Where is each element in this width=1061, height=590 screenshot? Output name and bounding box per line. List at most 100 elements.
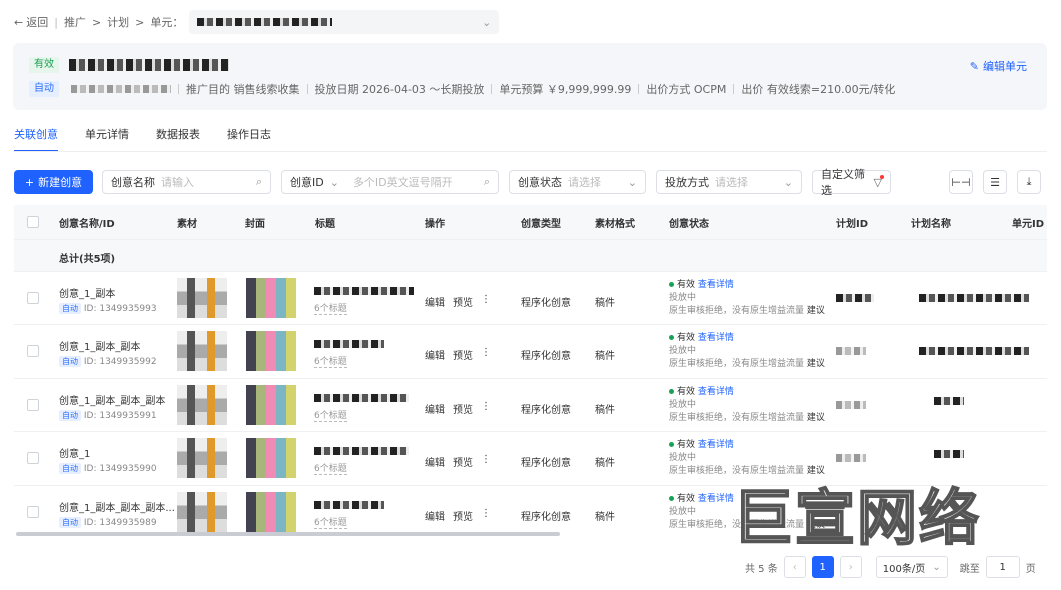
row-checkbox[interactable] — [27, 452, 39, 465]
title-count[interactable]: 6个标题 — [314, 408, 347, 422]
pagination: 共 5 条 ‹ 1 › 100条/页 ⌄ 跳至 1 页 — [745, 556, 1036, 578]
delivery-status: 投放中 — [669, 346, 697, 357]
header-plan-name: 计划名称 — [911, 218, 951, 230]
material-thumbnail[interactable] — [177, 438, 227, 479]
cover-thumbnail[interactable] — [246, 384, 296, 425]
creative-name-input[interactable]: 请输入 — [161, 174, 250, 190]
edit-link[interactable]: 编辑 — [425, 347, 445, 362]
more-icon[interactable]: ⋮ — [481, 294, 491, 309]
creative-id-input[interactable]: 多个ID英文逗号隔开 — [353, 174, 478, 190]
row-checkbox[interactable] — [27, 345, 39, 358]
more-icon[interactable]: ⋮ — [481, 454, 491, 469]
suggest-link[interactable]: 建议 — [807, 359, 825, 369]
cover-thumbnail[interactable] — [246, 438, 296, 479]
auto-badge: 自动 — [59, 303, 81, 314]
edit-link[interactable]: 编辑 — [425, 508, 445, 523]
view-details-link[interactable]: 查看详情 — [698, 387, 734, 397]
suggest-link[interactable]: 建议 — [807, 306, 825, 316]
creative-name-filter[interactable]: 创意名称 请输入 ⌕ — [102, 170, 271, 194]
title-count[interactable]: 6个标题 — [314, 515, 347, 529]
creative-name[interactable]: 创意_1_副本_副本 — [59, 338, 157, 353]
horizontal-scrollbar[interactable] — [16, 532, 560, 536]
auto-badge: 自动 — [59, 463, 81, 475]
view-details-link[interactable]: 查看详情 — [698, 333, 734, 343]
tab-operation-log[interactable]: 操作日志 — [227, 126, 271, 152]
edit-icon: ✎ — [969, 59, 979, 73]
edit-unit-button[interactable]: ✎ 编辑单元 — [970, 58, 1027, 74]
status-dot-icon — [669, 282, 674, 287]
tab-unit-detail[interactable]: 单元详情 — [85, 126, 129, 152]
more-icon[interactable]: ⋮ — [481, 508, 491, 523]
preview-link[interactable]: 预览 — [453, 347, 473, 362]
material-thumbnail[interactable] — [177, 384, 227, 425]
table-row: 创意_1_副本 自动 ID: 1349935993 6个标题 编辑 预览 ⋮ 程… — [14, 271, 1047, 324]
cover-thumbnail[interactable] — [246, 491, 296, 532]
watermark-text: 巨宣网络 — [732, 483, 981, 555]
edit-link[interactable]: 编辑 — [425, 454, 445, 469]
search-icon[interactable]: ⌕ — [484, 175, 490, 189]
material-format: 稿件 — [595, 404, 615, 416]
more-icon[interactable]: ⋮ — [481, 401, 491, 416]
delivery-method-select[interactable]: 投放方式 请选择 ⌄ — [656, 170, 802, 194]
suggest-link[interactable]: 建议 — [807, 413, 825, 423]
view-details-link[interactable]: 查看详情 — [698, 440, 734, 450]
back-link[interactable]: ← 返回 — [14, 14, 48, 30]
tab-creatives[interactable]: 关联创意 — [14, 126, 58, 152]
title-count[interactable]: 6个标题 — [314, 354, 347, 369]
table-row: 创意_1_副本_副本_副本 自动 ID: 1349935991 6个标题 编辑 … — [14, 377, 1047, 431]
chevron-down-icon[interactable]: ⌄ — [330, 176, 339, 189]
prev-page-button[interactable]: ‹ — [783, 556, 806, 578]
preview-link[interactable]: 预览 — [453, 508, 473, 523]
top-breadcrumb-bar: ← 返回 | 推广 > 计划 > 单元： ⌄ — [14, 10, 500, 34]
creative-name[interactable]: 创意_1_副本 — [59, 285, 157, 300]
creative-id-filter[interactable]: 创意ID ⌄ 多个ID英文逗号隔开 ⌕ — [281, 170, 499, 194]
title-count[interactable]: 6个标题 — [314, 461, 347, 476]
cover-thumbnail[interactable] — [246, 278, 296, 318]
status-text: 有效 — [677, 333, 696, 344]
status-text: 有效 — [677, 386, 696, 397]
unit-select[interactable]: ⌄ — [189, 10, 500, 34]
cover-thumbnail[interactable] — [246, 331, 296, 372]
custom-filter-button[interactable]: 自定义筛选 ▽ — [812, 168, 891, 197]
redacted-unit-title — [69, 59, 229, 71]
more-icon[interactable]: ⋮ — [481, 347, 491, 362]
material-thumbnail[interactable] — [177, 278, 227, 318]
preview-link[interactable]: 预览 — [453, 454, 473, 469]
download-button[interactable]: ⤓ — [1017, 170, 1041, 194]
crumb-promote[interactable]: 推广 — [64, 14, 86, 30]
header-cover: 封面 — [245, 218, 265, 230]
header-material: 素材 — [177, 218, 197, 230]
view-details-link[interactable]: 查看详情 — [698, 280, 734, 290]
creative-name[interactable]: 创意_1 — [59, 445, 157, 460]
chevron-down-icon: ⌄ — [783, 175, 793, 189]
redacted-title — [314, 393, 409, 402]
creative-name[interactable]: 创意_1_副本_副本_副本 — [59, 392, 165, 407]
view-details-link[interactable]: 查看详情 — [698, 494, 734, 504]
header-name[interactable]: 创意名称/ID — [59, 215, 115, 230]
preview-link[interactable]: 预览 — [453, 401, 473, 416]
edit-link[interactable]: 编辑 — [425, 401, 445, 416]
material-thumbnail[interactable] — [177, 331, 227, 372]
crumb-plan[interactable]: 计划 — [107, 14, 129, 30]
tab-data-report[interactable]: 数据报表 — [156, 126, 200, 152]
row-checkbox[interactable] — [27, 292, 39, 304]
page-size-select[interactable]: 100条/页 ⌄ — [875, 556, 948, 578]
title-count[interactable]: 6个标题 — [314, 301, 347, 315]
column-settings-button[interactable]: ☰ — [983, 170, 1007, 194]
column-width-button[interactable]: ⊢⊣ — [949, 170, 973, 194]
preview-link[interactable]: 预览 — [453, 294, 473, 309]
page-1-button[interactable]: 1 — [811, 556, 834, 578]
row-checkbox[interactable] — [27, 398, 39, 411]
creative-name[interactable]: 创意_1_副本_副本_副本... — [59, 499, 175, 514]
jump-page-input[interactable]: 1 — [985, 556, 1020, 578]
material-thumbnail[interactable] — [177, 491, 227, 532]
edit-link[interactable]: 编辑 — [425, 294, 445, 309]
search-icon[interactable]: ⌕ — [256, 175, 262, 189]
chevron-right-icon: > — [135, 15, 145, 29]
next-page-button[interactable]: › — [839, 556, 862, 578]
row-checkbox[interactable] — [27, 505, 39, 518]
creative-status-select[interactable]: 创意状态 请选择 ⌄ — [509, 170, 646, 194]
list-icon: ☰ — [990, 175, 1000, 189]
select-all-checkbox[interactable] — [27, 216, 39, 228]
new-creative-button[interactable]: + 新建创意 — [14, 170, 93, 194]
